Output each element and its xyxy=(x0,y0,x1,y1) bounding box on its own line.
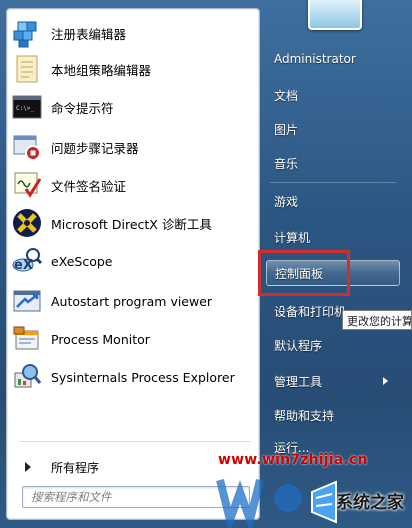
watermark-brand: 系统之家 xyxy=(336,493,404,513)
right-item-help-support[interactable]: 帮助和支持 xyxy=(266,402,400,428)
steps-recorder-icon xyxy=(11,131,43,163)
right-item-admin-tools[interactable]: 管理工具 xyxy=(266,368,400,394)
right-item-label: 音乐 xyxy=(274,156,299,171)
process-monitor-icon xyxy=(11,323,43,355)
right-item-label: 文档 xyxy=(274,88,299,103)
right-arrow-icon xyxy=(25,462,31,472)
program-item-command-prompt[interactable]: C:\>_ 命令提示符 xyxy=(11,89,255,125)
right-item-computer[interactable]: 计算机 xyxy=(266,224,400,250)
right-item-label: 默认程序 xyxy=(274,338,323,353)
program-label: eXeScope xyxy=(51,253,113,269)
highlight-box xyxy=(258,250,350,296)
svg-text:C:\>_: C:\>_ xyxy=(16,105,34,112)
program-label: Autostart program viewer xyxy=(51,293,213,309)
program-label: 本地组策略编辑器 xyxy=(51,62,152,78)
registry-editor-icon xyxy=(11,17,43,49)
user-name-link[interactable]: Administrator xyxy=(266,46,400,72)
divider xyxy=(19,441,251,442)
program-label: Process Monitor xyxy=(51,331,150,347)
program-label: 命令提示符 xyxy=(51,100,114,116)
right-item-label: 设备和打印机 xyxy=(274,304,347,319)
program-label: 问题步骤记录器 xyxy=(51,140,139,156)
program-item-process-monitor[interactable]: Process Monitor xyxy=(11,321,255,357)
all-programs-label: 所有程序 xyxy=(51,460,100,475)
user-picture[interactable] xyxy=(308,0,362,30)
program-item-autostart-viewer[interactable]: Autostart program viewer xyxy=(11,283,255,319)
group-policy-icon xyxy=(11,53,43,85)
autostart-viewer-icon xyxy=(11,285,43,317)
signature-verify-icon xyxy=(11,169,43,201)
right-item-label: 帮助和支持 xyxy=(274,408,335,423)
right-item-documents[interactable]: 文档 xyxy=(266,82,400,108)
right-item-label: 图片 xyxy=(274,122,299,137)
program-item-exescope[interactable]: eX eXeScope xyxy=(11,243,255,279)
program-list-pane: 注册表编辑器 本地组策略编辑器 C:\>_ 命令提示符 问题步骤记录器 文件签名… xyxy=(6,8,260,520)
right-item-pictures[interactable]: 图片 xyxy=(266,116,400,142)
right-item-label: Administrator xyxy=(274,52,356,66)
process-explorer-icon xyxy=(11,361,43,393)
chevron-right-icon xyxy=(383,377,388,385)
right-item-default-programs[interactable]: 默认程序 xyxy=(266,332,400,358)
program-label: Sysinternals Process Explorer xyxy=(51,369,235,385)
start-menu: 注册表编辑器 本地组策略编辑器 C:\>_ 命令提示符 问题步骤记录器 文件签名… xyxy=(0,0,412,528)
right-item-games[interactable]: 游戏 xyxy=(266,188,400,214)
exescope-icon: eX xyxy=(11,245,43,277)
program-item-steps-recorder[interactable]: 问题步骤记录器 xyxy=(11,129,255,165)
directx-icon xyxy=(11,207,43,239)
program-label: Microsoft DirectX 诊断工具 xyxy=(51,216,212,232)
program-item-group-policy[interactable]: 本地组策略编辑器 xyxy=(11,51,255,87)
right-item-label: 管理工具 xyxy=(274,374,323,389)
program-item-directx[interactable]: Microsoft DirectX 诊断工具 xyxy=(11,205,255,241)
right-item-label: 计算机 xyxy=(274,230,311,245)
command-prompt-icon: C:\>_ xyxy=(11,91,43,123)
right-item-label: 游戏 xyxy=(274,194,299,209)
program-item-signature-verify[interactable]: 文件签名验证 xyxy=(11,167,255,203)
program-label: 注册表编辑器 xyxy=(51,26,127,42)
program-item-registry-editor[interactable]: 注册表编辑器 xyxy=(11,15,255,51)
program-label: 文件签名验证 xyxy=(51,178,127,194)
tooltip: 更改您的计算 xyxy=(342,310,412,330)
program-item-process-explorer[interactable]: Sysinternals Process Explorer xyxy=(11,359,255,395)
right-item-music[interactable]: 音乐 xyxy=(266,150,400,176)
watermark-url: www.win7zhijia.cn xyxy=(218,452,368,468)
divider xyxy=(270,182,396,183)
